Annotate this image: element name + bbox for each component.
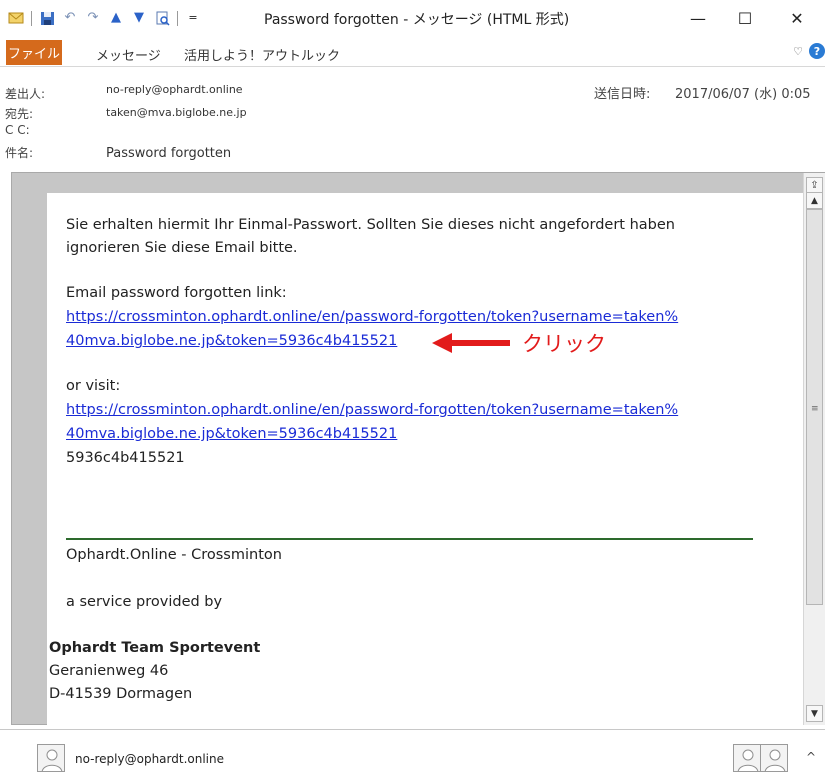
reset-link-2-line-2[interactable]: 40mva.biglobe.ne.jp&token=5936c4b415521 xyxy=(66,423,397,446)
red-arrow-icon xyxy=(432,333,510,353)
tab-file[interactable]: ファイル xyxy=(6,40,62,65)
intro-line-2: ignorieren Sie diese Email bitte. xyxy=(66,240,298,256)
print-preview-icon[interactable] xyxy=(154,10,170,26)
tab-message[interactable]: メッセージ xyxy=(96,45,161,64)
sender-name[interactable]: no-reply@ophardt.online xyxy=(75,752,224,766)
message-headers: 差出人: no-reply@ophardt.online 宛先: taken@m… xyxy=(0,66,825,172)
previous-item-icon[interactable]: ▲ xyxy=(108,10,124,26)
undo-icon[interactable]: ↶ xyxy=(62,10,78,26)
to-label: 宛先: xyxy=(5,107,34,121)
company-name: Ophardt Team Sportevent xyxy=(49,640,261,656)
quick-access-toolbar: ↶ ↷ ▲ ▼ = xyxy=(8,8,201,28)
sender-avatar[interactable] xyxy=(37,744,65,772)
from-value[interactable]: no-reply@ophardt.online xyxy=(106,83,243,96)
save-icon[interactable] xyxy=(39,10,55,26)
scrollbar-thumb[interactable]: ≡ xyxy=(806,209,823,605)
people-avatar-icon[interactable] xyxy=(733,744,761,772)
service-by-text: a service provided by xyxy=(66,594,223,610)
intro-line-1: Sie erhalten hiermit Ihr Einmal-Passwort… xyxy=(66,217,675,233)
click-label: クリック xyxy=(522,332,606,356)
next-item-icon[interactable]: ▼ xyxy=(131,10,147,26)
from-label: 差出人: xyxy=(5,87,46,101)
link-label: Email password forgotten link: xyxy=(66,285,287,301)
toolbar-separator xyxy=(31,10,32,26)
message-body: Sie erhalten hiermit Ihr Einmal-Passwort… xyxy=(47,193,812,726)
people-avatar-icon[interactable] xyxy=(760,744,788,772)
vertical-scrollbar[interactable]: ⇪ ▲ ≡ ▼ xyxy=(803,173,825,725)
company-street: Geranienweg 46 xyxy=(49,663,169,679)
ribbon-tabs: ファイル メッセージ 活用しよう！アウトルック ♡ ? xyxy=(0,38,825,66)
envelope-icon xyxy=(8,10,24,26)
sent-label: 送信日時: xyxy=(594,87,651,102)
scroll-down-button[interactable]: ▼ xyxy=(806,705,823,722)
company-city: D-41539 Dormagen xyxy=(49,686,193,702)
minimize-ribbon-icon[interactable]: ♡ xyxy=(793,45,803,58)
close-button[interactable]: ✕ xyxy=(779,6,815,30)
title-bar: ↶ ↷ ▲ ▼ = Password forgotten - メッセージ (HT… xyxy=(0,0,825,38)
footer-divider xyxy=(66,538,753,540)
window-title: Password forgotten - メッセージ (HTML 形式) xyxy=(264,12,570,28)
sent-value: 2017/06/07 (水) 0:05 xyxy=(675,87,811,102)
scroll-up-button[interactable]: ▲ xyxy=(806,192,823,209)
to-value[interactable]: taken@mva.biglobe.ne.jp xyxy=(106,106,247,119)
minimize-button[interactable]: — xyxy=(680,6,716,30)
footer-brand: Ophardt.Online - Crossminton xyxy=(66,547,282,563)
grip-icon: ≡ xyxy=(811,404,819,414)
click-annotation: クリック xyxy=(432,328,606,358)
reset-link-2-line-1[interactable]: https://crossminton.ophardt.online/en/pa… xyxy=(66,399,678,422)
subject-label: 件名: xyxy=(5,146,34,160)
expand-people-pane-icon[interactable]: ^ xyxy=(806,750,816,764)
tab-outlook-tips[interactable]: 活用しよう！アウトルック xyxy=(184,45,340,64)
reset-link-1-line-2[interactable]: 40mva.biglobe.ne.jp&token=5936c4b415521 xyxy=(66,330,397,353)
toolbar-separator xyxy=(177,10,178,26)
subject-value: Password forgotten xyxy=(106,146,232,161)
or-visit-label: or visit: xyxy=(66,378,121,394)
token-text: 5936c4b415521 xyxy=(66,450,185,466)
customize-toolbar-icon[interactable]: = xyxy=(185,10,201,26)
redo-icon[interactable]: ↷ xyxy=(85,10,101,26)
cc-label: C C: xyxy=(5,123,30,137)
people-pane: no-reply@ophardt.online ^ xyxy=(0,729,825,778)
reset-link-1-line-1[interactable]: https://crossminton.ophardt.online/en/pa… xyxy=(66,306,678,329)
help-icon[interactable]: ? xyxy=(809,43,825,59)
maximize-button[interactable]: ☐ xyxy=(727,6,763,30)
ribbon-controls: ♡ ? xyxy=(793,43,825,59)
message-body-frame: Sie erhalten hiermit Ihr Einmal-Passwort… xyxy=(11,172,825,726)
